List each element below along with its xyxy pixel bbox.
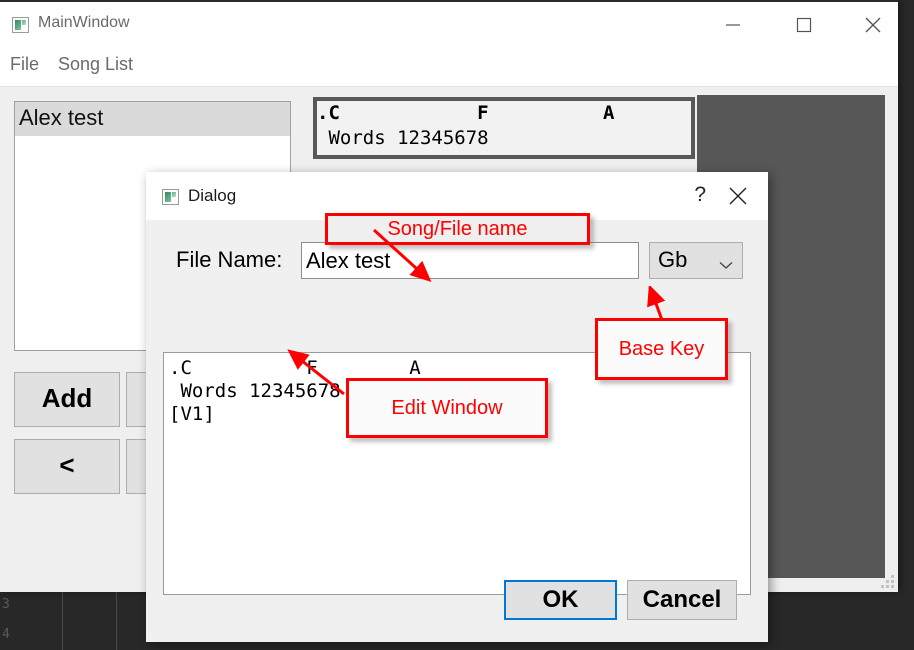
- section-marker-line: [V1]: [317, 151, 691, 155]
- file-name-input[interactable]: [301, 242, 639, 279]
- menu-item-song-list[interactable]: Song List: [58, 54, 133, 75]
- window-title: MainWindow: [38, 14, 130, 31]
- cancel-button[interactable]: Cancel: [627, 580, 737, 620]
- dialog-close-button[interactable]: [714, 172, 762, 220]
- file-name-label: File Name:: [176, 247, 283, 272]
- screen: 2 3 4 MainWindow File Song List: [0, 0, 914, 650]
- close-button[interactable]: [850, 2, 896, 48]
- list-item-alex-test[interactable]: Alex test: [15, 102, 290, 136]
- app-icon: [162, 189, 179, 205]
- dialog-title: Dialog: [188, 186, 237, 205]
- base-key-combobox[interactable]: Gb: [649, 242, 743, 279]
- add-button[interactable]: Add: [14, 372, 120, 427]
- ok-button[interactable]: OK: [504, 580, 617, 620]
- minimize-button[interactable]: [710, 2, 756, 48]
- maximize-button[interactable]: [781, 2, 827, 48]
- base-key-value: Gb: [658, 247, 688, 272]
- help-button[interactable]: ?: [694, 183, 706, 207]
- annotation-base-key: Base Key: [595, 318, 728, 380]
- chord-line: .C F A: [317, 102, 615, 124]
- main-text-view[interactable]: .C F A Words 12345678 [V1]: [313, 97, 695, 159]
- prev-button[interactable]: <: [14, 439, 120, 494]
- menu-item-file[interactable]: File: [10, 54, 39, 75]
- app-icon: [12, 17, 29, 33]
- menubar: File Song List: [0, 48, 898, 87]
- main-window-titlebar: MainWindow: [0, 0, 898, 48]
- chevron-down-icon: [719, 257, 733, 275]
- editor-gutter-number: 4: [2, 627, 10, 642]
- annotation-edit-window: Edit Window: [346, 378, 548, 438]
- annotation-song-file-name: Song/File name: [325, 213, 590, 245]
- resize-grip[interactable]: [881, 575, 894, 588]
- lyric-line: Words 12345678: [317, 127, 489, 149]
- editor-gutter-number: 3: [2, 597, 10, 612]
